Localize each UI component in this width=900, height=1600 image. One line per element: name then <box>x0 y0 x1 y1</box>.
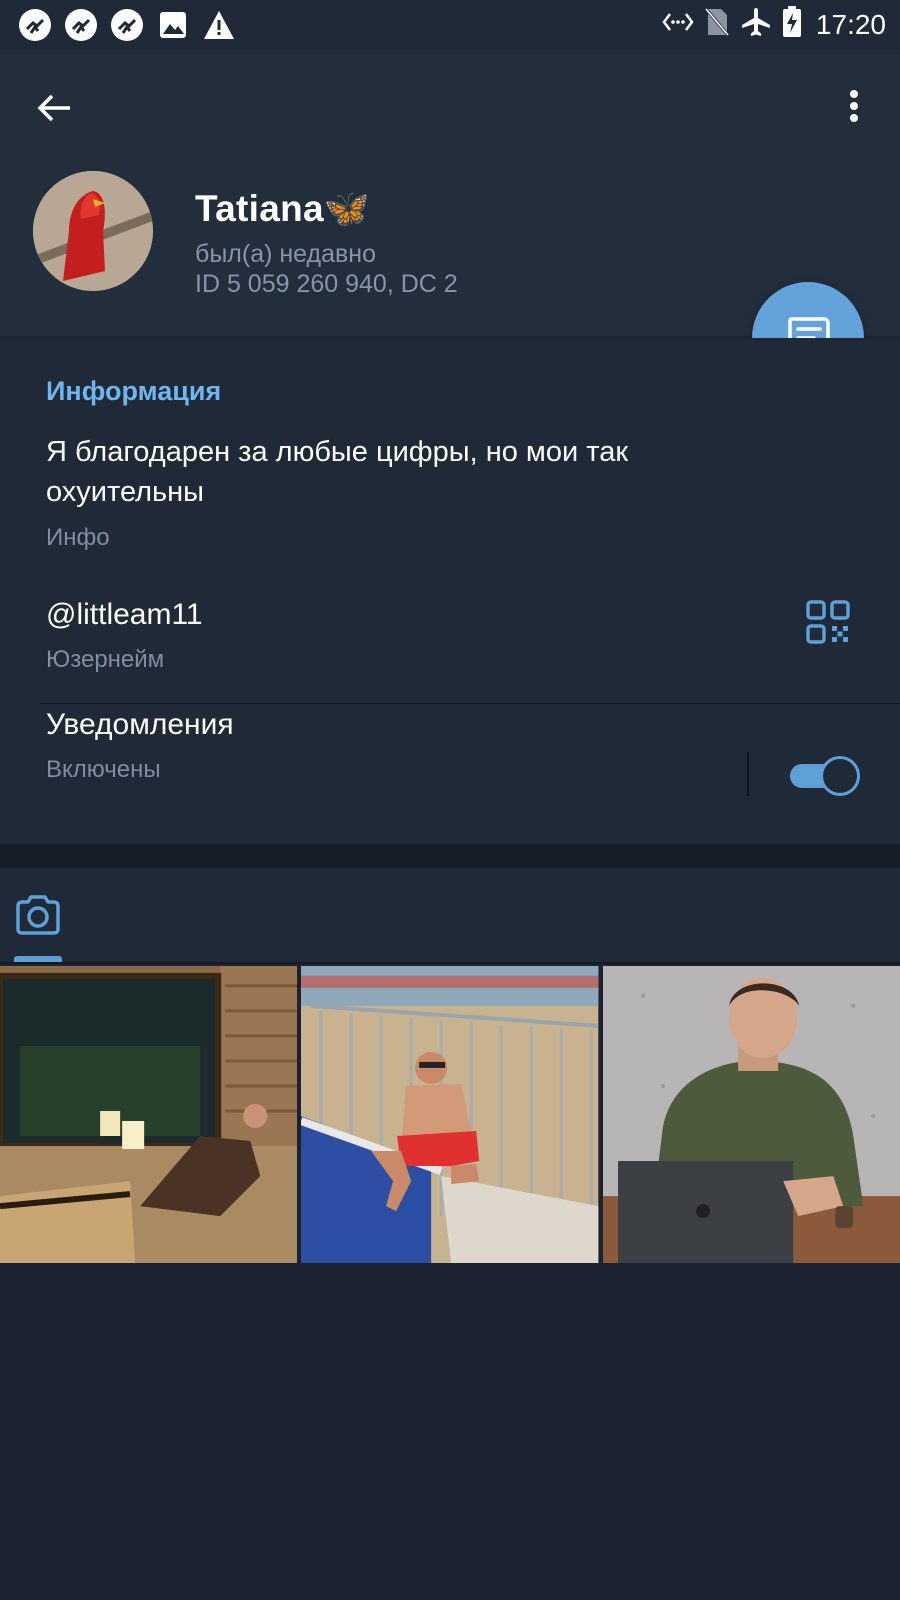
camera-icon <box>16 895 60 935</box>
last-seen-status: был(а) недавно <box>195 240 377 268</box>
avatar-image <box>33 171 153 291</box>
section-title-info: Информация <box>46 376 222 406</box>
profile-header: Tatiana🦋 был(а) недавно ID 5 059 260 940… <box>0 50 900 336</box>
avatar[interactable] <box>33 171 153 291</box>
notifications-toggle[interactable] <box>790 756 860 796</box>
tabs-divider <box>0 962 900 964</box>
no-sim-icon <box>704 7 730 42</box>
app-notification-icon <box>110 8 144 42</box>
status-bar: 17:20 <box>0 0 900 50</box>
tab-photos[interactable] <box>14 894 62 942</box>
profile-name: Tatiana🦋 <box>195 188 371 229</box>
app-notification-icon <box>18 8 52 42</box>
toggle-knob <box>820 756 860 796</box>
photo-image <box>301 966 599 1263</box>
info-section: Информация Я благодарен за любые цифры, … <box>0 338 900 844</box>
media-tabs <box>0 868 900 964</box>
notifications-label: Уведомления <box>46 708 234 741</box>
clock: 17:20 <box>815 8 886 40</box>
warning-icon <box>202 8 236 42</box>
back-button[interactable] <box>30 84 78 132</box>
bio-text[interactable]: Я благодарен за любые цифры, но мои так … <box>46 432 746 512</box>
photo-laptop[interactable] <box>602 966 900 1263</box>
username-text: @littleam11 <box>46 598 203 631</box>
photo-image <box>0 966 298 1263</box>
nfc-icon <box>662 10 694 39</box>
airplane-icon <box>740 6 772 43</box>
section-gap <box>0 844 900 868</box>
vertical-separator <box>747 752 749 796</box>
photo-sauna[interactable] <box>0 966 298 1263</box>
qr-code-button[interactable] <box>806 600 850 644</box>
user-id: ID 5 059 260 940, DC 2 <box>195 270 458 298</box>
username-row[interactable]: @littleam11 Юзернейм <box>0 578 900 673</box>
app-notification-icon <box>64 8 98 42</box>
bio-caption: Инфо <box>46 524 110 551</box>
more-options-button[interactable] <box>830 82 878 130</box>
image-icon <box>156 8 190 42</box>
photo-grid <box>0 966 900 1263</box>
qr-code-icon <box>806 600 850 644</box>
photo-image <box>602 966 900 1263</box>
battery-charging-icon <box>782 6 802 43</box>
more-vertical-icon <box>850 90 858 122</box>
photo-pool[interactable] <box>301 966 599 1263</box>
arrow-left-icon <box>37 94 70 122</box>
username-caption: Юзернейм <box>46 646 165 673</box>
notifications-caption: Включены <box>46 756 161 783</box>
